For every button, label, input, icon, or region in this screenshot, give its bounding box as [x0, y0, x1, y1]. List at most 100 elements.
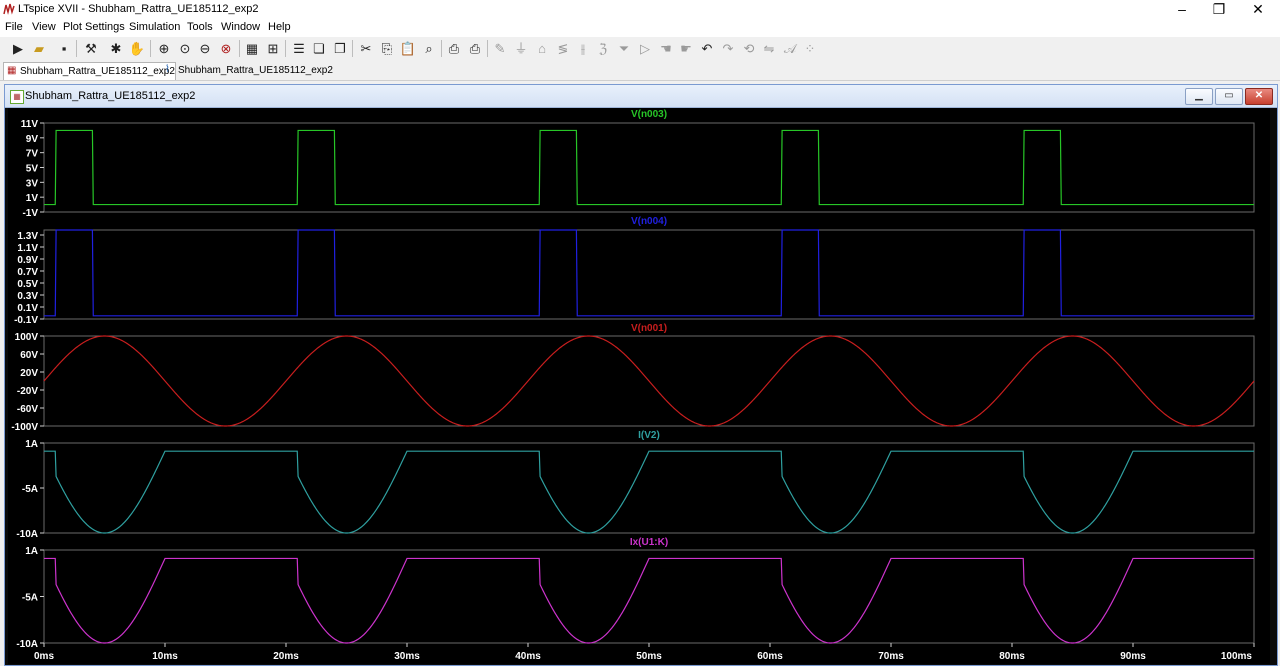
x-tick-label: 40ms — [515, 651, 541, 662]
window-title: LTspice XVII - Shubham_Rattra_UE185112_e… — [18, 3, 259, 15]
ltspice-app-icon — [3, 3, 15, 15]
menu-file[interactable]: File — [5, 21, 23, 33]
menu-tools[interactable]: Tools — [187, 21, 213, 33]
move-icon[interactable]: ☚ — [657, 39, 675, 58]
tab-waveform[interactable]: ▦ Shubham_Rattra_UE185112_exp2 — [3, 62, 176, 80]
y-tick-label: 0.3V — [17, 291, 38, 302]
zoom-in-icon[interactable]: ⊕ — [155, 39, 173, 58]
plot-maximize-button[interactable]: ▭ — [1215, 88, 1243, 105]
print-preview-icon[interactable]: ⎙ — [445, 39, 463, 58]
zoom-box-icon[interactable]: ⊙ — [176, 39, 194, 58]
maximize-button[interactable]: ❐ — [1201, 1, 1237, 18]
y-tick-label: -100V — [11, 422, 38, 433]
x-tick-label: 30ms — [394, 651, 420, 662]
y-tick-label: 0.1V — [17, 303, 38, 314]
tab-label: Shubham_Rattra_UE185112_exp2 — [20, 66, 175, 77]
schematic-icon: ⌇ — [165, 64, 170, 75]
y-tick-label: -60V — [17, 404, 38, 415]
plot-window-title: Shubham_Rattra_UE185112_exp2 — [25, 90, 196, 102]
wire-icon[interactable]: ✎ — [491, 39, 509, 58]
x-tick-label: 90ms — [1120, 651, 1146, 662]
toolbar-separator — [285, 40, 286, 57]
paste-icon[interactable]: 📋 — [399, 39, 417, 58]
trace-label: V(n004) — [631, 216, 667, 227]
x-tick-label: 100ms — [1221, 651, 1253, 662]
y-tick-label: 100V — [15, 332, 39, 343]
undo-icon[interactable]: ↶ — [698, 39, 716, 58]
y-tick-label: -10A — [16, 529, 38, 540]
y-tick-label: 5V — [26, 164, 39, 175]
x-tick-label: 0ms — [34, 651, 54, 662]
run-icon[interactable]: ▶ — [9, 39, 27, 58]
pan-icon[interactable]: ✋ — [128, 39, 146, 58]
x-tick-label: 60ms — [757, 651, 783, 662]
x-tick-label: 10ms — [152, 651, 178, 662]
control-panel-icon[interactable]: ⚒ — [82, 39, 100, 58]
tab-schematic[interactable]: ⌇ Shubham_Rattra_UE185112_exp2 — [162, 62, 338, 79]
cut-icon[interactable]: ✂ — [357, 39, 375, 58]
y-tick-label: -1V — [22, 208, 38, 219]
spice-directive-icon[interactable]: ⁘ — [801, 39, 819, 58]
menu-window[interactable]: Window — [221, 21, 260, 33]
tile-horizontal-icon[interactable]: ☰ — [290, 39, 308, 58]
trace-label: I(V2) — [638, 430, 660, 441]
waveform-icon: ▦ — [7, 65, 17, 76]
print-icon[interactable]: ⎙ — [466, 39, 484, 58]
y-tick-label: 60V — [20, 350, 38, 361]
component-icon[interactable]: ▷ — [636, 39, 654, 58]
plot-minimize-button[interactable]: ▁ — [1185, 88, 1213, 105]
label-icon[interactable]: ⌂ — [533, 39, 551, 58]
x-tick-label: 70ms — [878, 651, 904, 662]
drag-icon[interactable]: ☛ — [677, 39, 695, 58]
y-tick-label: 11V — [21, 119, 39, 130]
minimize-button[interactable]: – — [1164, 1, 1200, 18]
x-tick-label: 20ms — [273, 651, 299, 662]
y-tick-label: 1A — [25, 546, 38, 557]
rotate-icon[interactable]: ⟲ — [740, 39, 758, 58]
diode-icon[interactable]: ⏷ — [615, 39, 633, 58]
find-icon[interactable]: ⌕ — [420, 39, 438, 58]
trace-label: V(n001) — [631, 323, 667, 334]
waveform-plot-area[interactable]: V(n003)11V9V7V5V3V1V-1VV(n004)1.3V1.1V0.… — [0, 105, 1280, 664]
y-tick-label: 20V — [20, 368, 38, 379]
menu-bar: File View Plot Settings Simulation Tools… — [0, 19, 1280, 38]
zoom-out-icon[interactable]: ⊖ — [196, 39, 214, 58]
text-icon[interactable]: 𝒜 — [781, 39, 799, 58]
toolbar-separator — [150, 40, 151, 57]
mirror-icon[interactable]: ⇋ — [760, 39, 778, 58]
y-tick-label: 0.5V — [17, 279, 38, 290]
menu-plot-settings[interactable]: Plot Settings — [63, 21, 125, 33]
x-tick-label: 50ms — [636, 651, 662, 662]
inductor-icon[interactable]: ℨ — [594, 39, 612, 58]
zoom-fit-icon[interactable]: ⊗ — [217, 39, 235, 58]
tab-label: Shubham_Rattra_UE185112_exp2 — [178, 65, 333, 76]
trace-label: V(n003) — [631, 109, 667, 120]
y-tick-label: 1.3V — [17, 231, 38, 242]
document-tab-bar: ▦ Shubham_Rattra_UE185112_exp2 ⌇ Shubham… — [0, 61, 1280, 81]
capacitor-icon[interactable]: ⫲ — [574, 39, 592, 58]
plot-close-button[interactable]: ✕ — [1245, 88, 1273, 105]
ground-icon[interactable]: ⏚ — [512, 39, 530, 58]
halt-icon[interactable]: ✱ — [107, 39, 125, 58]
open-icon[interactable]: ▰ — [30, 39, 48, 58]
cascade-icon[interactable]: ❏ — [310, 39, 328, 58]
fit-icon[interactable]: ⊞ — [264, 39, 282, 58]
toolbar-separator — [76, 40, 77, 57]
menu-view[interactable]: View — [32, 21, 56, 33]
save-icon[interactable]: ▪ — [55, 39, 73, 58]
autorange-icon[interactable]: ▦ — [243, 39, 261, 58]
menu-simulation[interactable]: Simulation — [129, 21, 180, 33]
tile-vertical-icon[interactable]: ❐ — [331, 39, 349, 58]
trace-label: Ix(U1:K) — [630, 537, 668, 548]
y-tick-label: -5A — [22, 593, 38, 604]
y-tick-label: 7V — [26, 149, 39, 160]
copy-icon[interactable]: ⎘ — [378, 39, 396, 58]
close-button[interactable]: ✕ — [1240, 1, 1276, 18]
resistor-icon[interactable]: ≶ — [554, 39, 572, 58]
y-tick-label: 1V — [26, 193, 39, 204]
redo-icon[interactable]: ↷ — [719, 39, 737, 58]
y-tick-label: 0.7V — [17, 267, 38, 278]
menu-help[interactable]: Help — [268, 21, 291, 33]
y-tick-label: 0.9V — [17, 255, 38, 266]
toolbar-separator — [239, 40, 240, 57]
